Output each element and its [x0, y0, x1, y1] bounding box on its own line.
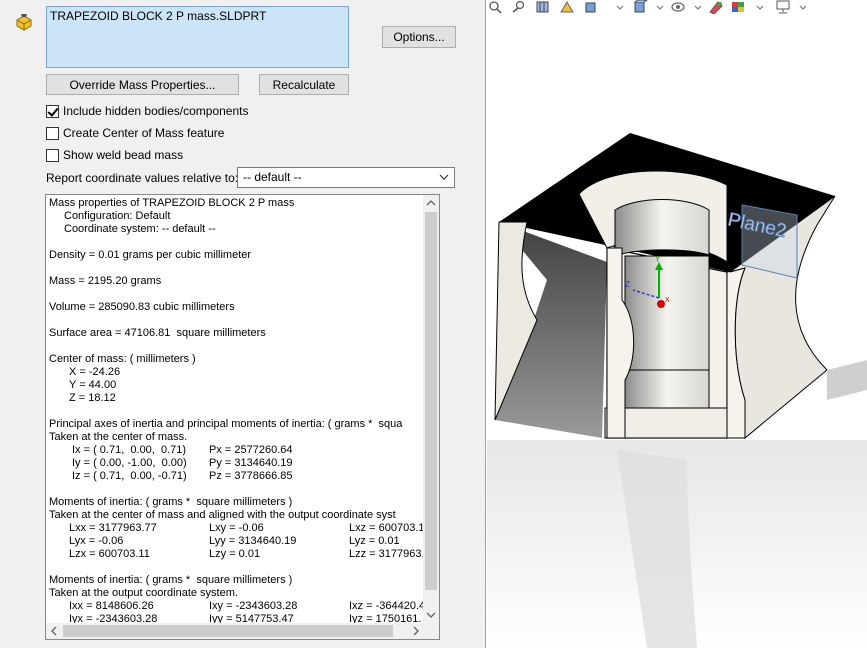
show-weld-bead-mass-checkbox[interactable]: [46, 148, 59, 162]
results-lyz: Lyz = 0.01: [349, 535, 400, 547]
3d-model-view[interactable]: Plane2 Y Z X: [487, 0, 867, 648]
scrollbar-corner: [423, 623, 439, 639]
vertical-scroll-thumb[interactable]: [425, 212, 437, 590]
results-lzy: Lzy = 0.01: [209, 548, 261, 560]
model-inner-bore: [624, 255, 710, 409]
scroll-left-icon[interactable]: [49, 626, 59, 636]
results-configuration: Configuration: Default: [64, 210, 171, 222]
show-weld-bead-mass-label: Show weld bead mass: [63, 148, 184, 162]
results-lxx: Lxx = 3177963.77: [69, 522, 157, 534]
graphics-viewport[interactable]: Plane2 Y Z X: [487, 0, 867, 648]
results-lzx: Lzx = 600703.11: [69, 548, 150, 560]
results-ixx: Ixx = 8148606.26: [69, 600, 154, 612]
include-hidden-bodies-label: Include hidden bodies/components: [63, 104, 249, 118]
options-button[interactable]: Options...: [382, 26, 456, 48]
results-title: Mass properties of TRAPEZOID BLOCK 2 P m…: [49, 197, 295, 209]
results-lxz: Lxz = 600703.1: [349, 522, 424, 534]
results-principal-taken: Taken at the center of mass.: [49, 431, 188, 443]
results-lzz: Lzz = 3177963.: [349, 548, 424, 560]
results-text: Mass properties of TRAPEZOID BLOCK 2 P m…: [46, 195, 424, 623]
results-pz: Pz = 3778666.85: [209, 470, 293, 482]
scroll-right-icon[interactable]: [411, 626, 421, 636]
include-hidden-bodies-option[interactable]: Include hidden bodies/components: [46, 103, 248, 119]
scroll-down-icon[interactable]: [426, 610, 436, 620]
mass-properties-dialog: TRAPEZOID BLOCK 2 P mass.SLDPRT Options.…: [0, 0, 486, 648]
results-com-header: Center of mass: ( millimeters ): [49, 353, 196, 365]
model-right-shadow: [827, 360, 867, 400]
results-principal-header: Principal axes of inertia and principal …: [49, 418, 403, 430]
vertical-scrollbar[interactable]: [423, 195, 439, 623]
coordinate-system-label: Report coordinate values relative to:: [46, 171, 239, 185]
show-weld-bead-mass-option[interactable]: Show weld bead mass: [46, 147, 183, 163]
horizontal-scrollbar[interactable]: [46, 623, 424, 639]
results-px: Px = 2577260.64: [209, 444, 293, 456]
results-volume: Volume = 285090.83 cubic millimeters: [49, 301, 235, 313]
mass-properties-results[interactable]: Mass properties of TRAPEZOID BLOCK 2 P m…: [45, 194, 440, 640]
coordinate-system-dropdown[interactable]: -- default --: [237, 167, 455, 188]
results-iz: Iz = ( 0.71, 0.00, -0.71): [72, 470, 187, 482]
results-moi2-header: Moments of inertia: ( grams * square mil…: [49, 574, 293, 586]
results-com-x: X = -24.26: [69, 366, 121, 378]
results-density: Density = 0.01 grams per cubic millimete…: [49, 249, 252, 261]
mass-properties-icon: [16, 14, 32, 31]
results-moi2-taken: Taken at the output coordinate system.: [49, 587, 238, 599]
results-iyy: Iyy = 5147753.47: [209, 613, 294, 623]
selected-part-name: TRAPEZOID BLOCK 2 P mass.SLDPRT: [50, 9, 267, 23]
create-center-of-mass-label: Create Center of Mass feature: [63, 126, 225, 140]
results-moi-header: Moments of inertia: ( grams * square mil…: [49, 496, 293, 508]
results-ixy: Ixy = -2343603.28: [209, 600, 298, 612]
results-iyx: Iyx = -2343603.28: [69, 613, 158, 623]
results-com-z: Z = 18.12: [69, 392, 116, 404]
results-iy: Iy = ( 0.00, -1.00, 0.00): [72, 457, 187, 469]
results-lyy: Lyy = 3134640.19: [209, 535, 297, 547]
override-mass-properties-button[interactable]: Override Mass Properties...: [46, 74, 239, 95]
horizontal-scroll-thumb[interactable]: [63, 625, 393, 637]
chevron-down-icon: [439, 174, 449, 180]
triad-x-label: X: [665, 297, 670, 304]
results-mass: Mass = 2195.20 grams: [49, 275, 162, 287]
scroll-up-icon[interactable]: [426, 198, 436, 208]
results-surface-area: Surface area = 47106.81 square millimete…: [49, 327, 266, 339]
coordinate-system-value: -- default --: [243, 170, 302, 184]
results-coordinate-system: Coordinate system: -- default --: [64, 223, 216, 235]
results-com-y: Y = 44.00: [69, 379, 117, 391]
results-lyx: Lyx = -0.06: [69, 535, 124, 547]
results-iyz: Iyz = 1750161.: [349, 613, 422, 623]
create-center-of-mass-checkbox[interactable]: [46, 126, 59, 140]
results-py: Py = 3134640.19: [209, 457, 293, 469]
selection-list[interactable]: TRAPEZOID BLOCK 2 P mass.SLDPRT: [46, 6, 349, 68]
include-hidden-bodies-checkbox[interactable]: [46, 104, 59, 118]
results-lxy: Lxy = -0.06: [209, 522, 264, 534]
results-moi-taken: Taken at the center of mass and aligned …: [49, 509, 396, 521]
create-center-of-mass-option[interactable]: Create Center of Mass feature: [46, 125, 224, 141]
recalculate-button[interactable]: Recalculate: [259, 74, 349, 95]
triad-y-label: Y: [655, 255, 661, 264]
model-bore: [614, 199, 710, 257]
results-ixz: Ixz = -364420.4: [349, 600, 424, 612]
results-ix: Ix = ( 0.71, 0.00, 0.71): [72, 444, 187, 456]
triad-z-label: Z: [625, 280, 630, 289]
